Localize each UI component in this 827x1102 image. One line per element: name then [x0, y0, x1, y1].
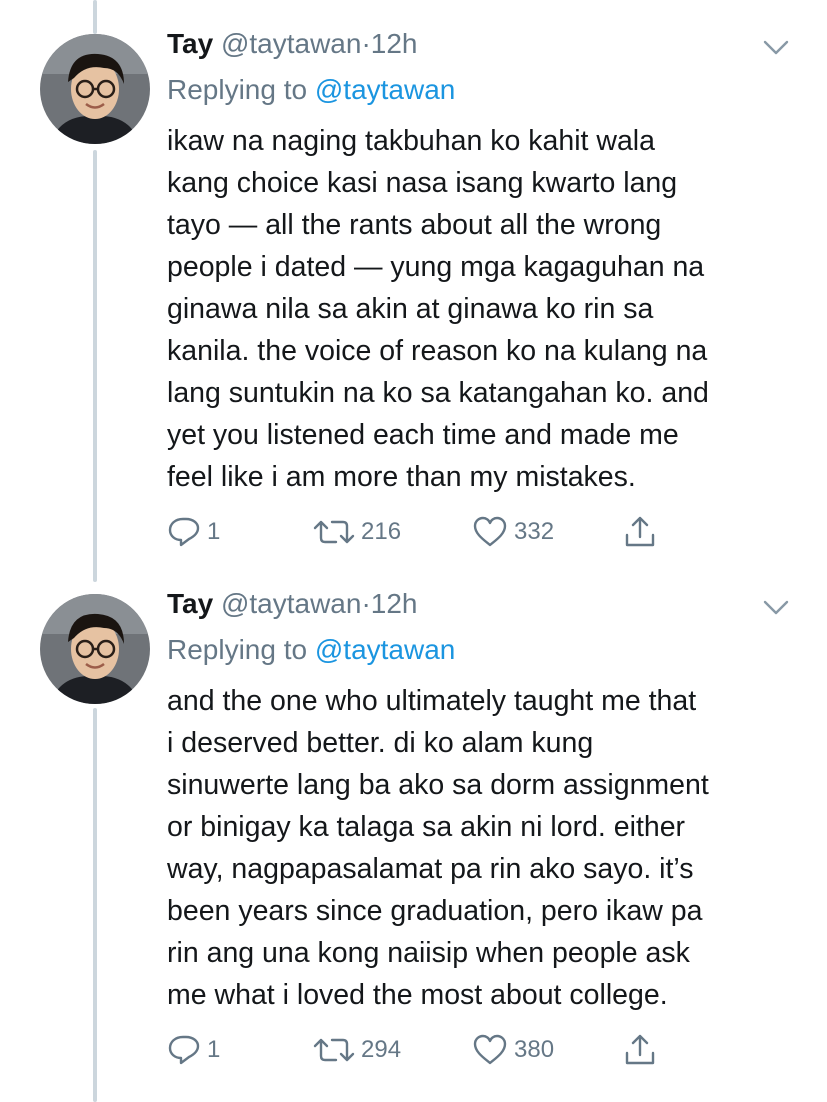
like-button[interactable]: 380: [472, 1032, 554, 1068]
replying-to-mention[interactable]: @taytawan: [315, 74, 456, 105]
tweet-text: and the one who ultimately taught me tha…: [167, 680, 807, 1016]
chevron-down-icon[interactable]: [763, 40, 789, 56]
reply-button[interactable]: 1: [167, 514, 220, 550]
tweet-header: Tay @taytawan·12h: [167, 26, 418, 62]
retweet-icon: [313, 520, 355, 544]
like-count: 332: [514, 518, 555, 545]
thread-line-middle: [93, 150, 97, 582]
like-button[interactable]: 332: [472, 514, 554, 550]
tweet-text-line: feel like i am more than my mistakes.: [167, 461, 636, 493]
tweet-actions: 1 294 380: [167, 1032, 787, 1068]
share-icon: [625, 516, 655, 547]
retweet-count: 216: [361, 518, 402, 545]
tweet-text-line: been years since graduation, pero ikaw p…: [167, 895, 703, 927]
tweet-text-line: me what i loved the most about college.: [167, 979, 668, 1011]
replying-to-label: Replying to: [167, 634, 308, 665]
chevron-down-icon[interactable]: [763, 600, 789, 616]
tweet-text-line: i deserved better. di ko alam kung: [167, 727, 594, 759]
tweet-text-line: rin ang una kong naiisip when people ask: [167, 937, 690, 969]
tweet-text-line: kanila. the voice of reason ko na kulang…: [167, 335, 708, 367]
tweet-text-line: kang choice kasi nasa isang kwarto lang: [167, 167, 678, 199]
separator-dot: ·: [361, 28, 371, 59]
display-name[interactable]: Tay: [167, 28, 213, 59]
replying-to: Replying to @taytawan: [167, 632, 455, 668]
share-icon: [625, 1034, 655, 1065]
avatar-image: [40, 34, 150, 144]
like-count: 380: [514, 1036, 555, 1063]
tweet-text-line: ikaw na naging takbuhan ko kahit wala: [167, 125, 655, 157]
tweet-text-line: ginawa nila sa akin at ginawa ko rin sa: [167, 293, 654, 325]
replying-to-label: Replying to: [167, 74, 308, 105]
separator-dot: ·: [361, 588, 371, 619]
reply-count: 1: [207, 518, 221, 545]
tweet-text-line: tayo — all the rants about all the wrong: [167, 209, 662, 241]
retweet-button[interactable]: 294: [313, 1032, 401, 1068]
replying-to-mention[interactable]: @taytawan: [315, 634, 456, 665]
avatar[interactable]: [40, 34, 150, 144]
heart-icon: [473, 516, 507, 547]
heart-icon: [473, 1034, 507, 1065]
tweet-text-line: lang suntukin na ko sa katangahan ko. an…: [167, 377, 709, 409]
tweet-text-line: yet you listened each time and made me: [167, 419, 679, 451]
user-handle[interactable]: @taytawan: [221, 588, 362, 619]
thread-line-top: [93, 0, 97, 34]
retweet-button[interactable]: 216: [313, 514, 401, 550]
reply-icon: [168, 1035, 200, 1065]
reply-button[interactable]: 1: [167, 1032, 220, 1068]
tweet-text: ikaw na naging takbuhan ko kahit wala ka…: [167, 120, 807, 498]
retweet-count: 294: [361, 1036, 402, 1063]
display-name[interactable]: Tay: [167, 588, 213, 619]
share-button[interactable]: [623, 1032, 657, 1068]
avatar[interactable]: [40, 594, 150, 704]
tweet-text-line: people i dated — yung mga kagaguhan na: [167, 251, 705, 283]
tweet-actions: 1 216 332: [167, 514, 787, 550]
tweet-text-line: and the one who ultimately taught me tha…: [167, 685, 697, 717]
share-button[interactable]: [623, 514, 657, 550]
retweet-icon: [313, 1038, 355, 1062]
tweet-text-line: sinuwerte lang ba ako sa dorm assignment: [167, 769, 709, 801]
avatar-image: [40, 594, 150, 704]
tweet-header: Tay @taytawan·12h: [167, 586, 418, 622]
user-handle[interactable]: @taytawan: [221, 28, 362, 59]
timestamp[interactable]: 12h: [371, 588, 418, 619]
tweet-text-line: or binigay ka talaga sa akin ni lord. ei…: [167, 811, 686, 843]
reply-icon: [168, 517, 200, 547]
thread-line-bottom: [93, 708, 97, 1102]
timestamp[interactable]: 12h: [371, 28, 418, 59]
reply-count: 1: [207, 1036, 221, 1063]
replying-to: Replying to @taytawan: [167, 72, 455, 108]
tweet-text-line: way, nagpapasalamat pa rin ako sayo. it’…: [167, 853, 694, 885]
